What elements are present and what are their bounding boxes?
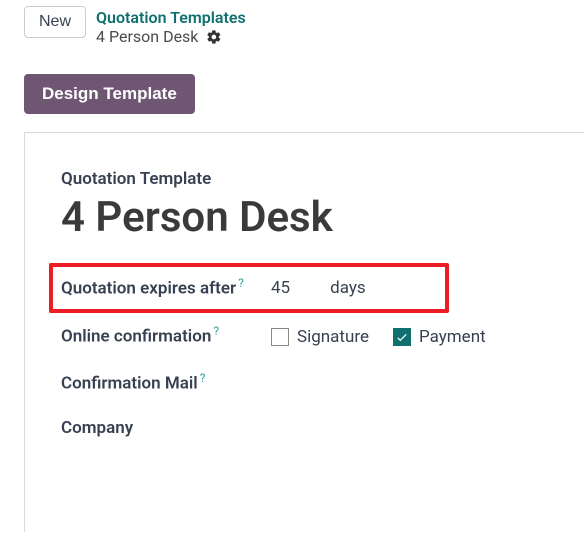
new-button[interactable]: New (24, 6, 86, 38)
breadcrumb: Quotation Templates 4 Person Desk (96, 6, 246, 46)
row-expires: Quotation expires after? 45 days (61, 275, 437, 301)
section-label: Quotation Template (61, 169, 584, 189)
gear-icon[interactable] (206, 29, 222, 45)
payment-label: Payment (419, 327, 486, 347)
design-template-button[interactable]: Design Template (24, 74, 195, 114)
signature-checkbox[interactable] (271, 328, 289, 346)
topbar: New Quotation Templates 4 Person Desk (0, 0, 584, 46)
breadcrumb-current-label: 4 Person Desk (96, 27, 198, 46)
breadcrumb-current: 4 Person Desk (96, 27, 246, 46)
payment-option: Payment (393, 327, 486, 347)
expires-label-text: Quotation expires after (61, 279, 236, 299)
company-label-text: Company (61, 418, 133, 438)
page-title[interactable]: 4 Person Desk (61, 195, 584, 241)
signature-label: Signature (297, 327, 369, 347)
help-icon[interactable]: ? (213, 324, 219, 338)
breadcrumb-parent-link[interactable]: Quotation Templates (96, 8, 246, 27)
highlight-box: Quotation expires after? 45 days (49, 263, 449, 313)
expires-value[interactable]: 45 (271, 278, 290, 298)
online-confirmation-label-text: Online confirmation (61, 327, 211, 347)
expires-label: Quotation expires after? (61, 275, 271, 301)
confirmation-mail-label-text: Confirmation Mail (61, 373, 198, 393)
payment-checkbox[interactable] (393, 328, 411, 346)
design-bar: Design Template (0, 46, 584, 114)
confirmation-mail-label: Confirmation Mail? (61, 370, 271, 396)
row-company: Company (61, 406, 584, 451)
online-confirmation-options: Signature Payment (271, 327, 486, 347)
help-icon[interactable]: ? (200, 371, 206, 385)
row-online-confirmation: Online confirmation? Signature Payment (61, 313, 584, 359)
expires-unit: days (330, 278, 366, 298)
online-confirmation-label: Online confirmation? (61, 323, 271, 349)
help-icon[interactable]: ? (238, 276, 244, 290)
row-confirmation-mail: Confirmation Mail? (61, 360, 584, 406)
form-sheet: Quotation Template 4 Person Desk Quotati… (24, 132, 584, 532)
company-label: Company (61, 416, 271, 441)
signature-option: Signature (271, 327, 369, 347)
expires-value-group: 45 days (271, 278, 366, 298)
